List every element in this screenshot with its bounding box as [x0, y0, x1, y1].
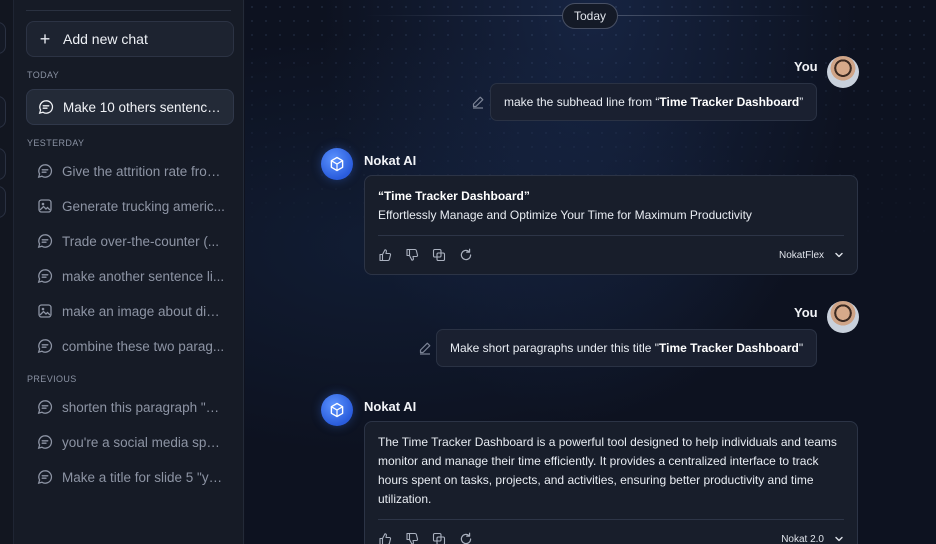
bot-logo-icon [330, 156, 344, 172]
chat-icon [37, 399, 53, 415]
chat-icon [37, 434, 53, 450]
image-icon [37, 198, 53, 214]
thumbs-down-icon[interactable] [405, 248, 419, 262]
chat-icon [37, 163, 53, 179]
user-message-bubble: Make short paragraphs under this title "… [436, 329, 818, 367]
chat-icon [37, 338, 53, 354]
thumbs-up-icon[interactable] [378, 248, 392, 262]
bot-message-text: Effortlessly Manage and Optimize Your Ti… [378, 208, 752, 222]
chevron-down-icon [834, 250, 844, 260]
sidebar-chat-label: Give the attrition rate from... [62, 163, 227, 179]
sidebar-chat-label: you're a social media spec... [62, 434, 227, 450]
date-divider-label: Today [562, 3, 618, 29]
sidebar-chat-label: Make 10 others sentences... [63, 99, 228, 115]
edit-icon[interactable] [471, 95, 485, 109]
user-name: You [794, 305, 818, 320]
chat-icon [37, 233, 53, 249]
date-divider: Today [245, 3, 936, 29]
copy-icon[interactable] [432, 532, 446, 544]
sidebar-chat-item[interactable]: you're a social media spec... [26, 424, 234, 460]
message-text: ” [799, 95, 804, 109]
sidebar-chat-item[interactable]: make another sentence li... [26, 258, 234, 294]
user-message-bubble: make the subhead line from “Time Tracker… [490, 83, 818, 121]
bot-name: Nokat AI [364, 153, 417, 168]
section-label-previous: PREVIOUS [27, 374, 77, 384]
bot-message-card: “Time Tracker Dashboard” Effortlessly Ma… [364, 175, 858, 275]
user-name: You [794, 59, 818, 74]
message-bold-text: Time Tracker Dashboard [659, 95, 800, 109]
chevron-down-icon [834, 534, 844, 544]
rail-button[interactable] [0, 186, 6, 218]
model-selector[interactable]: NokatFlex [779, 250, 844, 261]
message-text: make the subhead line from “ [504, 95, 660, 109]
sidebar-chat-item[interactable]: Trade over-the-counter (... [26, 223, 234, 259]
section-label-yesterday: YESTERDAY [27, 138, 85, 148]
app-window: + Add new chat TODAY Make 10 others sent… [0, 0, 936, 544]
sidebar-chat-item[interactable]: make an image about dino... [26, 293, 234, 329]
sidebar-chat-label: make another sentence li... [62, 268, 225, 284]
sidebar-chat-item[interactable]: combine these two parag... [26, 328, 234, 364]
image-icon [37, 303, 53, 319]
sidebar-chat-label: combine these two parag... [62, 338, 225, 354]
sidebar: + Add new chat TODAY Make 10 others sent… [14, 0, 244, 544]
plus-icon: + [39, 29, 51, 49]
sidebar-chat-item[interactable]: Generate trucking americ... [26, 188, 234, 224]
add-new-chat-label: Add new chat [63, 31, 148, 47]
thumbs-down-icon[interactable] [405, 532, 419, 544]
sidebar-chat-label: make an image about dino... [62, 303, 227, 319]
message-actions: Nokat 2.0 [365, 520, 857, 544]
sidebar-divider [26, 10, 231, 11]
bot-name: Nokat AI [364, 399, 417, 414]
message-text: Make short paragraphs under this title " [450, 341, 660, 355]
sidebar-chat-item[interactable]: Make 10 others sentences... [26, 89, 234, 125]
message-actions: NokatFlex [365, 236, 857, 274]
chat-icon [37, 469, 53, 485]
model-name: NokatFlex [778, 249, 824, 261]
sidebar-chat-label: Generate trucking americ... [62, 198, 225, 214]
regenerate-icon[interactable] [459, 532, 473, 544]
chat-icon [38, 99, 54, 115]
bot-message-title: “Time Tracker Dashboard” [378, 189, 530, 203]
copy-icon[interactable] [432, 248, 446, 262]
left-rail [0, 0, 14, 544]
sidebar-chat-item[interactable]: Give the attrition rate from... [26, 153, 234, 189]
regenerate-icon[interactable] [459, 248, 473, 262]
model-selector[interactable]: Nokat 2.0 [781, 534, 844, 544]
chat-icon [37, 268, 53, 284]
sidebar-chat-label: Make a title for slide 5 "you... [62, 469, 227, 485]
bot-message-card: The Time Tracker Dashboard is a powerful… [364, 421, 858, 544]
sidebar-chat-label: shorten this paragraph "W... [62, 399, 227, 415]
section-label-today: TODAY [27, 70, 60, 80]
add-new-chat-button[interactable]: + Add new chat [26, 21, 234, 57]
bot-message-body: The Time Tracker Dashboard is a powerful… [365, 422, 857, 509]
sidebar-chat-label: Trade over-the-counter (... [62, 233, 220, 249]
bot-logo-icon [330, 402, 344, 418]
bot-avatar [321, 394, 353, 426]
edit-icon[interactable] [418, 341, 432, 355]
sidebar-chat-item[interactable]: shorten this paragraph "W... [26, 389, 234, 425]
rail-button[interactable] [0, 148, 6, 180]
rail-button[interactable] [0, 22, 6, 54]
message-text: " [798, 341, 804, 355]
thumbs-up-icon[interactable] [378, 532, 392, 544]
user-avatar [827, 56, 859, 88]
message-bold-text: Time Tracker Dashboard [659, 341, 799, 355]
rail-button[interactable] [0, 96, 6, 128]
chat-area: Today You make the subhead line from “Ti… [245, 0, 936, 544]
bot-message-text: The Time Tracker Dashboard is a powerful… [378, 435, 837, 506]
user-avatar [827, 301, 859, 333]
bot-avatar [321, 148, 353, 180]
bot-message-body: “Time Tracker Dashboard” Effortlessly Ma… [365, 176, 857, 225]
model-name: Nokat 2.0 [781, 533, 824, 544]
sidebar-chat-item[interactable]: Make a title for slide 5 "you... [26, 459, 234, 495]
